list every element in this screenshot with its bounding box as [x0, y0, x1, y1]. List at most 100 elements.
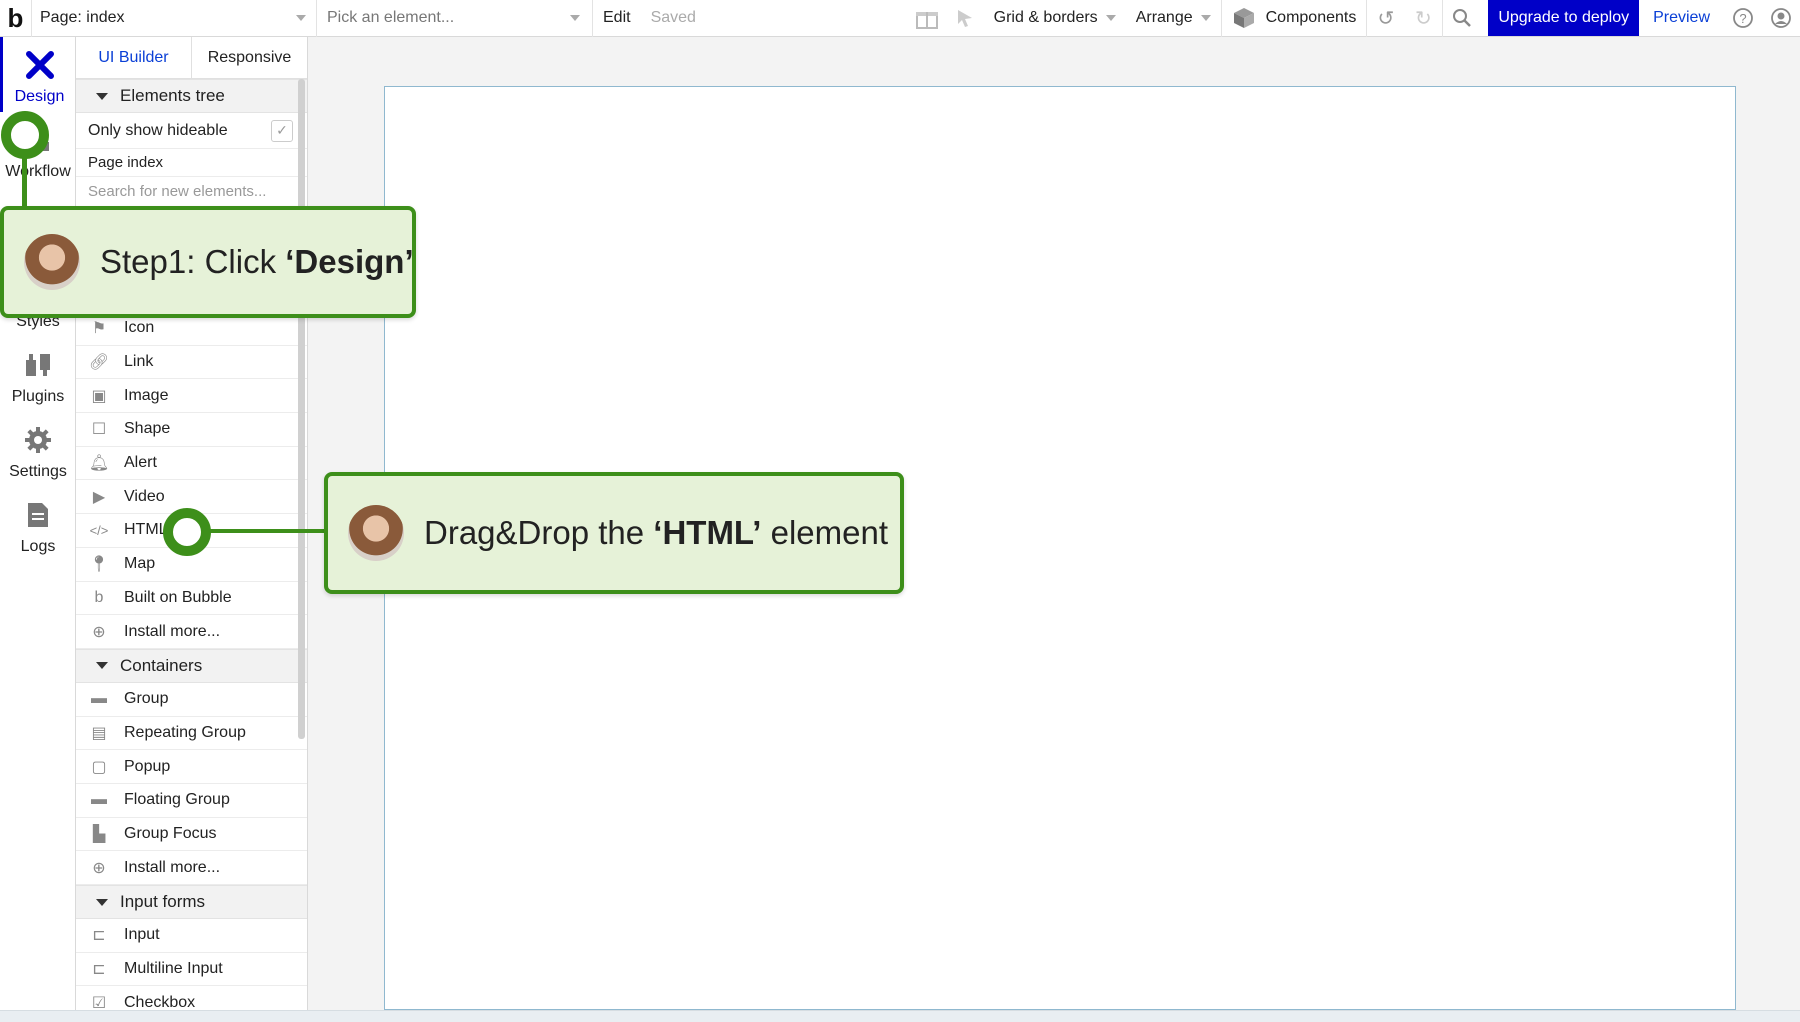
folder-icon: ▬: [91, 791, 107, 809]
element-item-built-on-bubble[interactable]: b Built on Bubble: [76, 582, 307, 616]
element-item-group[interactable]: ▬ Group: [76, 683, 307, 717]
folder-icon: ▬: [91, 690, 107, 708]
collapse-triangle-icon: [96, 662, 108, 670]
code-icon: </>: [89, 522, 109, 538]
element-label: Input: [124, 926, 160, 944]
element-item-popup[interactable]: ▢ Popup: [76, 750, 307, 784]
panel-scrollbar[interactable]: [298, 79, 305, 739]
components-label: Components: [1265, 9, 1357, 26]
undo-icon[interactable]: ↺: [1366, 0, 1404, 37]
bubble-logo[interactable]: b: [0, 0, 32, 37]
only-show-hideable-row: Only show hideable ✓: [76, 113, 307, 149]
element-item-alert[interactable]: 🔔︎ Alert: [76, 447, 307, 481]
callout-target-dot: [1, 111, 49, 159]
callout-step1-prefix: Step1: Click: [100, 243, 286, 280]
chevron-down-icon: [1200, 15, 1211, 21]
video-icon: ▶: [92, 488, 106, 506]
elements-tree-label: Elements tree: [120, 86, 225, 105]
element-label: Alert: [124, 454, 157, 472]
element-label: Floating Group: [124, 791, 230, 809]
element-picker-placeholder: Pick an element...: [327, 9, 455, 26]
hideable-checkbox[interactable]: ✓: [271, 119, 293, 142]
element-label: Icon: [124, 319, 155, 337]
element-label: Image: [124, 386, 169, 404]
tab-responsive[interactable]: Responsive: [192, 37, 307, 78]
redo-icon[interactable]: ↻: [1404, 0, 1442, 37]
map-pin-icon: 📍︎: [88, 556, 110, 574]
element-item-image[interactable]: ▣ Image: [76, 379, 307, 414]
element-label: Shape: [124, 420, 171, 438]
element-item-checkbox[interactable]: ☑ Checkbox: [76, 986, 307, 1010]
edit-menu[interactable]: Edit: [593, 0, 641, 37]
element-item-floating-group[interactable]: ▬ Floating Group: [76, 784, 307, 818]
collapse-triangle-icon: [96, 92, 108, 100]
popup-icon: ▢: [91, 758, 107, 776]
preview-button[interactable]: Preview: [1639, 0, 1724, 37]
element-item-input[interactable]: ⊏ Input: [76, 919, 307, 953]
element-item-install-more[interactable]: ⊕ Install more...: [76, 615, 307, 649]
focus-icon: ▙: [92, 825, 106, 843]
bubble-icon: b: [94, 588, 104, 606]
element-item-repeating-group[interactable]: ▤ Repeating Group: [76, 717, 307, 751]
chevron-down-icon: [570, 15, 580, 21]
nav-design[interactable]: Design: [0, 37, 76, 112]
account-icon[interactable]: [1762, 0, 1800, 37]
flag-icon: ⚑: [91, 320, 107, 338]
search-icon[interactable]: [1442, 0, 1480, 37]
element-label: Repeating Group: [124, 723, 246, 741]
element-label: Link: [124, 353, 154, 371]
element-label: Popup: [124, 757, 171, 775]
element-label: Install more...: [124, 622, 221, 640]
callout-connector-line: [22, 150, 27, 210]
tutor-avatar: [24, 234, 80, 290]
element-label: HTML: [124, 521, 168, 539]
element-item-multiline-input[interactable]: ⊏ Multiline Input: [76, 953, 307, 987]
help-icon[interactable]: ?: [1724, 0, 1762, 37]
gift-icon[interactable]: [908, 0, 946, 37]
left-navigation: Design Workflow Styles Plugins Settings …: [0, 37, 76, 1010]
nav-settings[interactable]: Settings: [0, 412, 76, 487]
top-toolbar: b Page: index Pick an element... Edit Sa…: [0, 0, 1800, 37]
nav-plugins-label: Plugins: [11, 388, 65, 405]
element-item-shape[interactable]: ☐ Shape: [76, 413, 307, 447]
element-item-link[interactable]: 🔗︎ Link: [76, 346, 307, 380]
grid-borders-menu[interactable]: Grid & borders: [984, 0, 1126, 37]
element-label: Map: [124, 555, 156, 573]
elements-tree-header[interactable]: Elements tree: [76, 79, 307, 113]
element-item-group-focus[interactable]: ▙ Group Focus: [76, 818, 307, 852]
only-show-hideable-label: Only show hideable: [88, 121, 228, 139]
callout-step2-bold: ‘HTML’: [653, 514, 762, 551]
square-icon: ☐: [91, 421, 107, 439]
input-forms-header[interactable]: Input forms: [76, 885, 307, 919]
nav-plugins[interactable]: Plugins: [0, 337, 76, 412]
element-label: Group Focus: [124, 824, 217, 842]
components-button[interactable]: Components: [1220, 0, 1367, 37]
upgrade-button[interactable]: Upgrade to deploy: [1488, 0, 1640, 36]
arrange-menu[interactable]: Arrange: [1126, 0, 1221, 37]
folder-list-icon: ▤: [91, 724, 107, 742]
bottom-bar: [0, 1010, 1800, 1022]
page-selector[interactable]: Page: index: [32, 0, 317, 37]
svg-text:?: ?: [1739, 11, 1746, 26]
plus-circle-icon: ⊕: [92, 623, 106, 641]
nav-settings-label: Settings: [9, 463, 67, 480]
containers-header[interactable]: Containers: [76, 648, 307, 683]
page-index-item[interactable]: Page index: [76, 149, 307, 177]
element-picker[interactable]: Pick an element...: [317, 0, 593, 37]
multiline-input-icon: ⊏: [92, 961, 106, 979]
callout-step2-text: Drag&Drop the ‘HTML’ element: [424, 514, 888, 552]
tutor-avatar: [348, 505, 404, 561]
element-label: Checkbox: [124, 993, 196, 1010]
nav-logs[interactable]: Logs: [0, 487, 76, 562]
checkbox-icon: ☑: [91, 994, 107, 1010]
callout-step2-prefix: Drag&Drop the: [424, 514, 654, 551]
cursor-icon[interactable]: [946, 0, 984, 37]
element-label: Built on Bubble: [124, 588, 232, 606]
element-item-install-more-containers[interactable]: ⊕ Install more...: [76, 851, 307, 885]
callout-step2: Drag&Drop the ‘HTML’ element: [324, 472, 904, 594]
nav-design-label: Design: [14, 88, 65, 105]
tab-ui-builder[interactable]: UI Builder: [76, 37, 192, 78]
element-search-input[interactable]: Search for new elements...: [76, 177, 307, 207]
chevron-down-icon: [296, 15, 306, 21]
callout-step1-bold: ‘Design’: [285, 243, 414, 280]
